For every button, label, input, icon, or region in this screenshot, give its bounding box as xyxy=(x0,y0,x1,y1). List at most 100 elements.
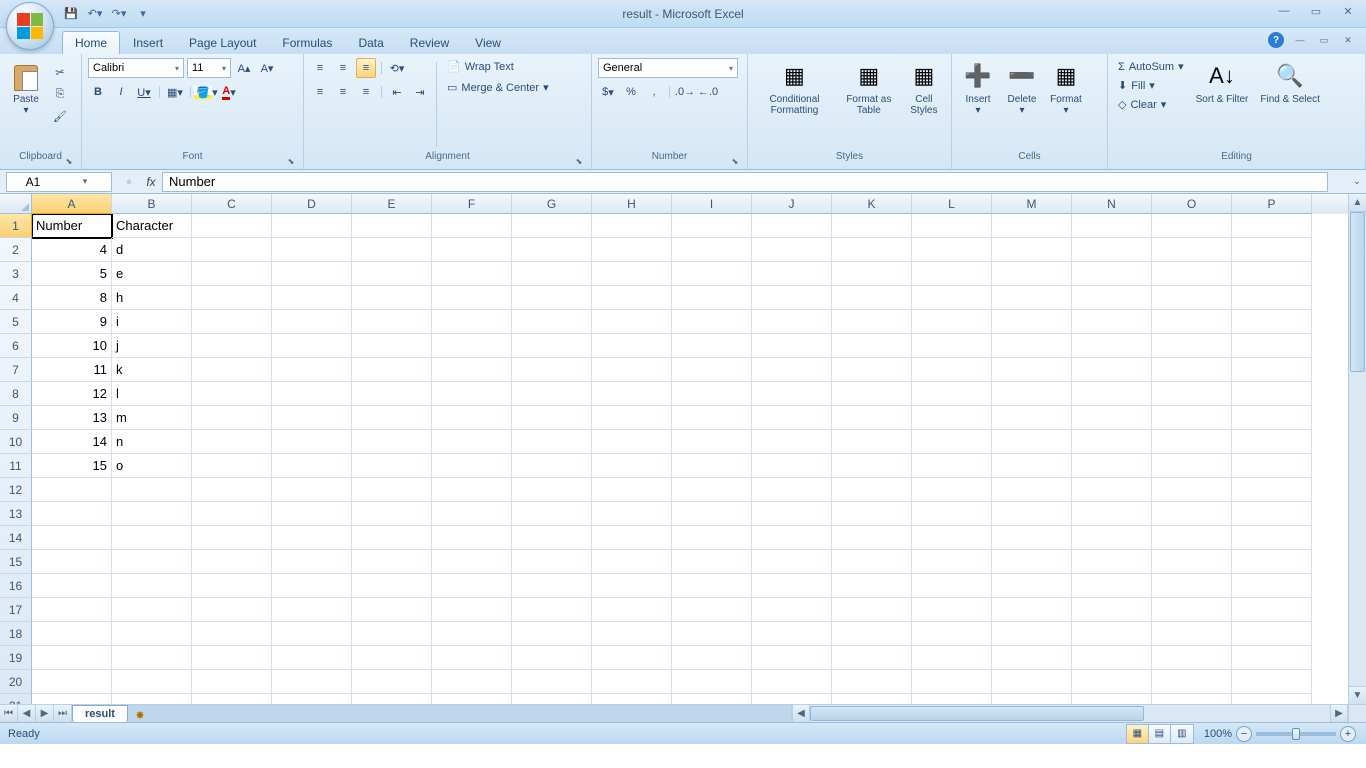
number-format-combo[interactable]: General▾ xyxy=(598,58,738,78)
cell-H3[interactable] xyxy=(592,262,672,286)
cell-B10[interactable]: n xyxy=(112,430,192,454)
cell-M1[interactable] xyxy=(992,214,1072,238)
cell-D16[interactable] xyxy=(272,574,352,598)
cell-J9[interactable] xyxy=(752,406,832,430)
cell-F15[interactable] xyxy=(432,550,512,574)
cell-E15[interactable] xyxy=(352,550,432,574)
cell-L11[interactable] xyxy=(912,454,992,478)
cell-K13[interactable] xyxy=(832,502,912,526)
cell-L2[interactable] xyxy=(912,238,992,262)
cell-P7[interactable] xyxy=(1232,358,1312,382)
row-header-7[interactable]: 7 xyxy=(0,358,32,382)
cell-L21[interactable] xyxy=(912,694,992,704)
cell-A6[interactable]: 10 xyxy=(32,334,112,358)
column-header-L[interactable]: L xyxy=(912,194,992,214)
cell-G5[interactable] xyxy=(512,310,592,334)
cell-H17[interactable] xyxy=(592,598,672,622)
cell-I2[interactable] xyxy=(672,238,752,262)
cell-H4[interactable] xyxy=(592,286,672,310)
minimize-button[interactable]: — xyxy=(1272,2,1296,20)
cell-H21[interactable] xyxy=(592,694,672,704)
cell-H11[interactable] xyxy=(592,454,672,478)
alignment-launcher[interactable]: ⬊ xyxy=(573,155,585,167)
cell-O13[interactable] xyxy=(1152,502,1232,526)
cell-G13[interactable] xyxy=(512,502,592,526)
cell-L8[interactable] xyxy=(912,382,992,406)
zoom-in-button[interactable]: + xyxy=(1340,726,1356,742)
cell-F14[interactable] xyxy=(432,526,512,550)
cell-O10[interactable] xyxy=(1152,430,1232,454)
cell-G12[interactable] xyxy=(512,478,592,502)
cell-E20[interactable] xyxy=(352,670,432,694)
cell-P1[interactable] xyxy=(1232,214,1312,238)
cell-O9[interactable] xyxy=(1152,406,1232,430)
cell-N20[interactable] xyxy=(1072,670,1152,694)
cell-K11[interactable] xyxy=(832,454,912,478)
cell-N14[interactable] xyxy=(1072,526,1152,550)
orientation-icon[interactable]: ⟲▾ xyxy=(387,58,407,78)
cell-C18[interactable] xyxy=(192,622,272,646)
cell-H16[interactable] xyxy=(592,574,672,598)
cell-C13[interactable] xyxy=(192,502,272,526)
workbook-restore-button[interactable]: ▭ xyxy=(1316,34,1332,46)
cell-L9[interactable] xyxy=(912,406,992,430)
zoom-out-button[interactable]: − xyxy=(1236,726,1252,742)
cell-G11[interactable] xyxy=(512,454,592,478)
scroll-up-icon[interactable]: ▲ xyxy=(1349,194,1366,212)
paste-button[interactable]: Paste▾ xyxy=(6,58,46,118)
cell-N12[interactable] xyxy=(1072,478,1152,502)
cell-L7[interactable] xyxy=(912,358,992,382)
copy-icon[interactable]: ⎘ xyxy=(50,84,70,104)
page-break-view-button[interactable]: ▥ xyxy=(1171,725,1193,743)
cell-G21[interactable] xyxy=(512,694,592,704)
borders-button[interactable]: ▦▾ xyxy=(165,82,185,102)
name-box-dropdown-icon[interactable]: ▾ xyxy=(59,176,111,187)
cell-M12[interactable] xyxy=(992,478,1072,502)
cell-B1[interactable]: Character xyxy=(112,214,192,238)
cell-B21[interactable] xyxy=(112,694,192,704)
cell-K3[interactable] xyxy=(832,262,912,286)
cell-F20[interactable] xyxy=(432,670,512,694)
cell-H7[interactable] xyxy=(592,358,672,382)
cell-E4[interactable] xyxy=(352,286,432,310)
cell-J11[interactable] xyxy=(752,454,832,478)
cell-E12[interactable] xyxy=(352,478,432,502)
cell-H15[interactable] xyxy=(592,550,672,574)
redo-icon[interactable]: ↷▾ xyxy=(110,5,128,23)
cell-I20[interactable] xyxy=(672,670,752,694)
cell-J13[interactable] xyxy=(752,502,832,526)
cell-K10[interactable] xyxy=(832,430,912,454)
cell-E5[interactable] xyxy=(352,310,432,334)
row-header-6[interactable]: 6 xyxy=(0,334,32,358)
cell-J4[interactable] xyxy=(752,286,832,310)
tab-data[interactable]: Data xyxy=(345,31,396,54)
cell-F6[interactable] xyxy=(432,334,512,358)
last-sheet-icon[interactable]: ⏭ xyxy=(54,705,72,722)
column-header-F[interactable]: F xyxy=(432,194,512,214)
cell-C10[interactable] xyxy=(192,430,272,454)
cell-O6[interactable] xyxy=(1152,334,1232,358)
cell-L14[interactable] xyxy=(912,526,992,550)
cell-O16[interactable] xyxy=(1152,574,1232,598)
cell-N16[interactable] xyxy=(1072,574,1152,598)
fill-button[interactable]: ⬇Fill ▾ xyxy=(1114,77,1188,94)
decrease-indent-icon[interactable]: ⇤ xyxy=(387,82,407,102)
undo-icon[interactable]: ↶▾ xyxy=(86,5,104,23)
format-painter-icon[interactable]: 🖌 xyxy=(50,106,70,126)
cell-M2[interactable] xyxy=(992,238,1072,262)
cell-P5[interactable] xyxy=(1232,310,1312,334)
underline-button[interactable]: U▾ xyxy=(134,82,154,102)
cell-H9[interactable] xyxy=(592,406,672,430)
cell-L20[interactable] xyxy=(912,670,992,694)
cell-H10[interactable] xyxy=(592,430,672,454)
cell-J3[interactable] xyxy=(752,262,832,286)
cell-J14[interactable] xyxy=(752,526,832,550)
cell-M9[interactable] xyxy=(992,406,1072,430)
cell-K12[interactable] xyxy=(832,478,912,502)
cell-F2[interactable] xyxy=(432,238,512,262)
cell-D21[interactable] xyxy=(272,694,352,704)
next-sheet-icon[interactable]: ▶ xyxy=(36,705,54,722)
cell-A18[interactable] xyxy=(32,622,112,646)
cell-N17[interactable] xyxy=(1072,598,1152,622)
row-header-11[interactable]: 11 xyxy=(0,454,32,478)
